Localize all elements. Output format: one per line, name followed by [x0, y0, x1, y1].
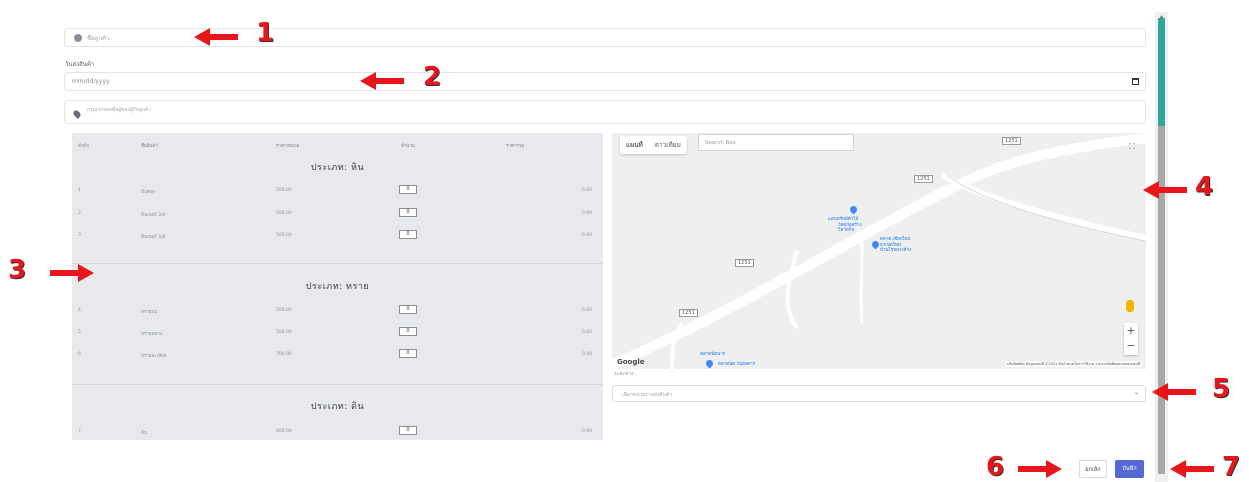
table-row: 3 หินเบอร์ 3/8 500.00 0 0.00 — [78, 230, 593, 240]
street-view-pegman-icon[interactable] — [1126, 300, 1134, 312]
annotation-number: 7 — [1222, 452, 1241, 482]
zoom-out-button[interactable]: − — [1124, 338, 1138, 353]
scrollbar[interactable]: ▴ — [1155, 12, 1168, 482]
map-view[interactable]: แผนที่ ดาวเทียม Search Box ⛶ 1251 1251 1… — [612, 133, 1146, 369]
category-title-soil: ประเภท: ดิน — [310, 402, 365, 412]
annotation-number: 1 — [256, 18, 275, 48]
annotation-arrow — [50, 264, 94, 282]
map-place-name: ตลาดนัด วันอังคาร — [718, 362, 756, 367]
quantity-input[interactable]: 0 — [399, 208, 417, 217]
header-name: ชื่อสินค้า — [141, 144, 159, 149]
cancel-button[interactable]: ยกเลิก — [1079, 460, 1107, 478]
delivery-date-label: วันส่งสินค้า — [65, 61, 95, 68]
road-label: 1251 — [679, 309, 698, 317]
map-place-sub: วัสดุก่อสร้าง วิสาหกิจ — [838, 223, 862, 233]
header-total: ราคารวม — [506, 144, 525, 149]
table-row: 6 ทรายละเอียด 700.00 0 0.00 — [78, 349, 593, 359]
quantity-input[interactable]: 0 — [399, 349, 417, 358]
map-attribution[interactable]: แป้นพิมพ์ลัด ข้อมูลแผนที่ ©2021 ข้อกำหนด… — [1004, 361, 1142, 367]
delivery-unit-select[interactable]: เลือกหน่วยงานส่งสินค้า ⌄ — [612, 385, 1146, 402]
quantity-input[interactable]: 0 — [399, 327, 417, 336]
annotation-number: 5 — [1212, 374, 1231, 404]
delivery-date-input[interactable]: mm/dd/yyyy — [64, 72, 1146, 91]
delivery-unit-placeholder: เลือกหน่วยงานส่งสินค้า — [622, 392, 673, 398]
annotation-arrow — [1018, 460, 1062, 478]
category-divider — [72, 384, 603, 385]
annotation-arrow — [1143, 181, 1187, 199]
map-place-sub: ตลาดนัดนาก — [700, 352, 726, 357]
user-icon — [74, 34, 82, 42]
quantity-input[interactable]: 0 — [399, 230, 417, 239]
annotation-arrow — [194, 28, 238, 46]
map-roads — [612, 133, 1146, 369]
table-row: 7 ดิน 400.00 0 0.00 — [78, 426, 593, 436]
zoom-in-button[interactable]: + — [1124, 323, 1138, 338]
annotation-number: 2 — [423, 62, 442, 92]
annotation-arrow — [1152, 383, 1196, 401]
header-price: ราคา/หน่วย — [276, 144, 300, 149]
annotation-number: 4 — [1195, 172, 1214, 202]
map-place-name: แสนทรัพย์ค้าไม้ — [828, 217, 859, 222]
header-qty: จำนวน — [401, 144, 415, 149]
zoom-control: + − — [1124, 323, 1138, 355]
save-button[interactable]: บันทึก — [1115, 460, 1144, 478]
location-pin-icon — [72, 109, 82, 119]
table-row: 5 ทรายหยาบ 500.00 0 0.00 — [78, 327, 593, 337]
annotation-number: 6 — [986, 452, 1005, 482]
road-label: 1251 — [1002, 137, 1021, 145]
category-title-sand: ประเภท: ทราย — [305, 282, 370, 292]
calendar-icon[interactable] — [1132, 78, 1139, 85]
quantity-input[interactable]: 0 — [399, 185, 417, 194]
quantity-input[interactable]: 0 — [399, 426, 417, 435]
map-place-name: ตลาด เชียงใหม่ — [880, 237, 911, 242]
scrollbar-thumb[interactable] — [1158, 18, 1165, 126]
google-logo: Google — [617, 358, 645, 366]
scrollbar-track — [1158, 126, 1165, 474]
annotation-arrow — [360, 72, 404, 90]
annotation-arrow — [1170, 460, 1214, 478]
table-row: 4 ทรายถม 500.00 0 0.00 — [78, 305, 593, 315]
category-title-stone: ประเภท: หิน — [310, 163, 365, 173]
address-placeholder: กรุณากรอกที่อยู่ของผู้รับลูกค้า — [87, 107, 152, 113]
tab-map[interactable]: แผนที่ — [620, 136, 649, 154]
fullscreen-icon[interactable]: ⛶ — [1126, 141, 1138, 153]
road-label: 1251 — [735, 259, 754, 267]
product-table: ลำดับ ชื่อสินค้า ราคา/หน่วย จำนวน ราคารว… — [72, 133, 603, 440]
order-form-page: ชื่อลูกค้า วันส่งสินค้า mm/dd/yyyy กรุณา… — [0, 0, 1249, 482]
map-type-tabs: แผนที่ ดาวเทียม — [620, 136, 687, 154]
header-no: ลำดับ — [78, 144, 90, 149]
customer-name-placeholder: ชื่อลูกค้า — [87, 35, 110, 42]
road-label: 1251 — [914, 175, 933, 183]
address-field[interactable]: กรุณากรอกที่อยู่ของผู้รับลูกค้า — [64, 100, 1146, 124]
table-row: 1 หินคลุก 500.00 0 0.00 — [78, 185, 593, 195]
table-row: 2 หินเบอร์ 3/4 500.00 0 0.00 — [78, 208, 593, 218]
quantity-input[interactable]: 0 — [399, 305, 417, 314]
chevron-down-icon: ⌄ — [1133, 389, 1139, 396]
tab-satellite[interactable]: ดาวเทียม — [649, 136, 687, 154]
category-divider — [72, 263, 603, 264]
map-search-input[interactable]: Search Box — [698, 134, 854, 151]
distance-label: ระยะทาง : — [614, 371, 637, 377]
date-placeholder: mm/dd/yyyy — [72, 78, 110, 85]
map-place-sub: อาเขตใหม่ บ้านไร่หลวงค้าง — [880, 243, 912, 253]
annotation-number: 3 — [8, 255, 27, 285]
